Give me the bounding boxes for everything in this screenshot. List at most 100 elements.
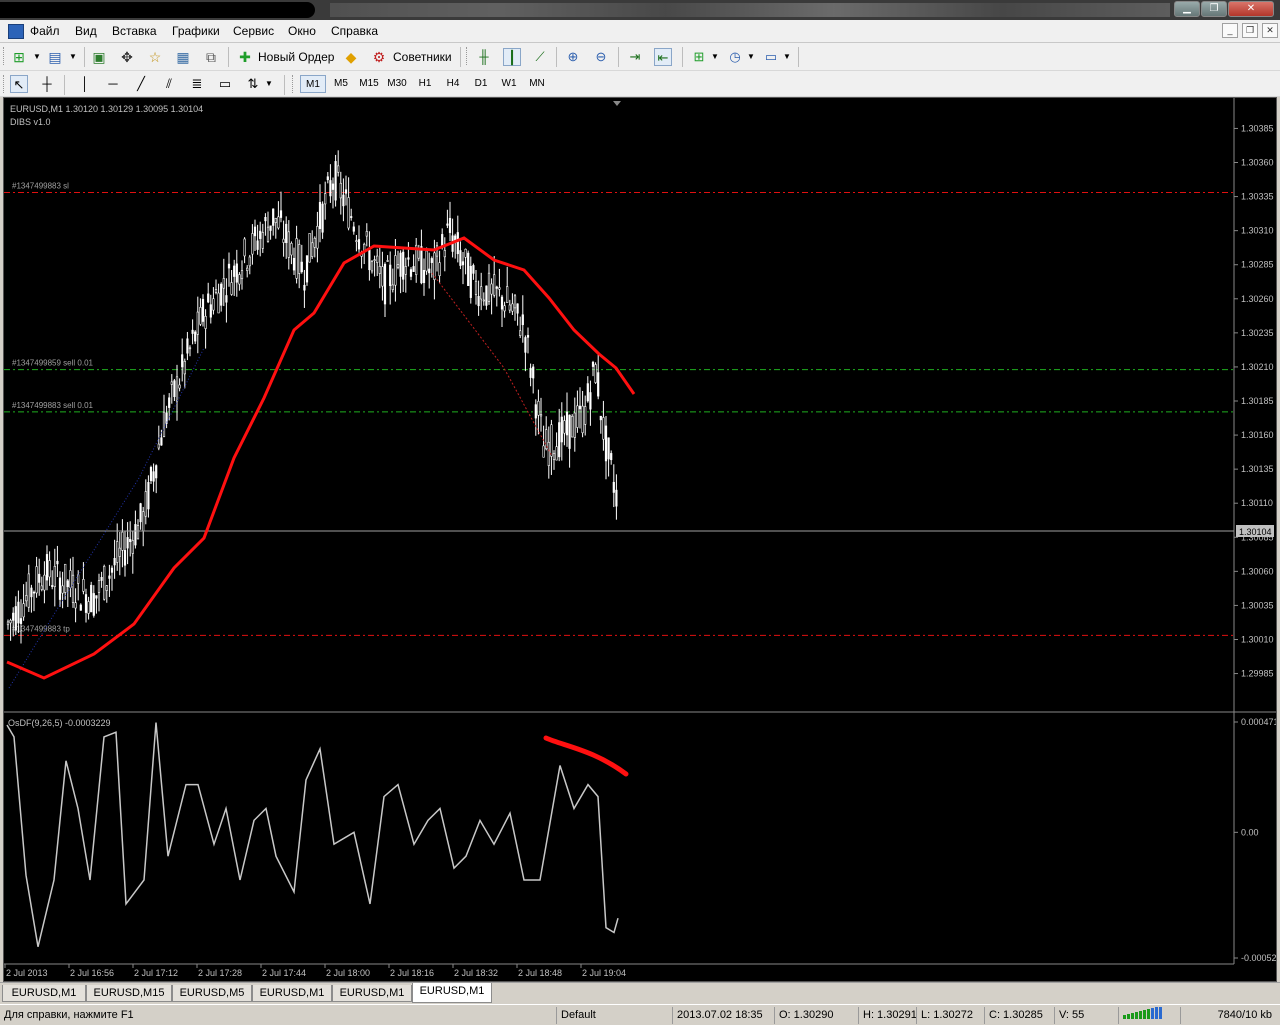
timeframe-h4[interactable]: H4 [440,75,466,93]
candle-body [487,272,491,302]
candle-body [61,585,64,594]
bar-volume: V: 55 [1054,1007,1118,1024]
timeframe-m5[interactable]: M5 [328,75,354,93]
menu-file[interactable]: Файл [30,24,60,38]
close-button[interactable]: ✕ [1228,1,1274,17]
market-watch-icon[interactable]: ▣ [90,48,108,66]
candle-body [110,567,114,573]
candle-body [40,585,43,590]
mdi-minimize-button[interactable]: _ [1222,23,1238,38]
candle-body [6,621,10,626]
candle-body [162,411,166,437]
candle-body [581,405,584,434]
dropdown-arrow-icon[interactable]: ▼ [778,48,796,66]
cursor-icon[interactable]: ↖ [10,75,28,93]
menu-tools[interactable]: Сервис [233,24,274,38]
tab-chart-5[interactable]: EURUSD,M1 [332,985,412,1002]
candle-body [420,246,423,284]
experts-icon[interactable]: ⚙ [370,48,388,66]
price-chart[interactable]: EURUSD,M1 1.30120 1.30129 1.30095 1.3010… [4,98,1276,981]
tab-chart-4[interactable]: EURUSD,M1 [252,985,332,1002]
candle-body [396,264,400,268]
tab-chart-2[interactable]: EURUSD,M15 [86,985,172,1002]
data-window-icon[interactable]: ✥ [118,48,136,66]
dropdown-arrow-icon[interactable]: ▼ [28,48,46,66]
timeframe-m15[interactable]: M15 [356,75,382,93]
toolbar-grip[interactable] [466,47,469,65]
tab-chart-3[interactable]: EURUSD,M5 [172,985,252,1002]
tab-chart-6[interactable]: EURUSD,M1 [412,983,492,1003]
timeframe-m30[interactable]: M30 [384,75,410,93]
candle-body [123,550,127,566]
price-tick-label: 1.29985 [1241,669,1274,679]
candle-body [121,531,124,551]
navigator-icon[interactable]: ☆ [146,48,164,66]
connection-status[interactable] [1118,1007,1180,1024]
timeframe-d1[interactable]: D1 [468,75,494,93]
toolbar-grip[interactable] [3,47,6,65]
metaeditor-icon[interactable]: ◆ [342,48,360,66]
candle-body [19,618,23,624]
candle-body [542,445,545,458]
toolbar-grip[interactable] [292,75,295,93]
toolbar-grip[interactable] [3,75,6,93]
candle-body [22,603,25,618]
candlestick-chart-icon[interactable]: ┃ [503,48,521,66]
candle-body [25,595,28,602]
timeframe-mn[interactable]: MN [524,75,550,93]
terminal-icon[interactable]: ▦ [174,48,192,66]
strategy-tester-icon[interactable]: ⧉ [202,48,220,66]
maximize-button[interactable]: ❐ [1201,1,1227,17]
menu-help[interactable]: Справка [331,24,378,38]
profile-name[interactable]: Default [556,1007,672,1024]
menu-insert[interactable]: Вставка [112,24,157,38]
fibonacci-icon[interactable]: ≣ [188,75,206,93]
bar-chart-icon[interactable]: ╫ [475,48,493,66]
horizontal-line-icon[interactable]: ─ [104,75,122,93]
mdi-restore-button[interactable]: ❐ [1242,23,1258,38]
vertical-line-icon[interactable]: │ [76,75,94,93]
candle-body [539,414,543,417]
chart-window-eurusd-m1[interactable]: EURUSD,M1 1.30120 1.30129 1.30095 1.3010… [3,97,1277,982]
timeframe-h1[interactable]: H1 [412,75,438,93]
crosshair-icon[interactable]: ┼ [38,75,56,93]
line-chart-icon[interactable]: ⟋ [531,48,549,66]
chart-shift-icon[interactable]: ⇤ [654,48,672,66]
candle-body [103,566,106,600]
timeframe-m1[interactable]: M1 [300,75,326,93]
timeframe-w1[interactable]: W1 [496,75,522,93]
profiles-icon[interactable]: ▤ [46,48,64,66]
menu-charts[interactable]: Графики [172,24,220,38]
text-label-icon[interactable]: ▭ [216,75,234,93]
candle-body [131,540,134,554]
price-tick-label: 1.30310 [1241,226,1274,236]
candle-body [71,574,75,603]
menu-window[interactable]: Окно [288,24,316,38]
zoom-in-icon[interactable]: ⊕ [564,48,582,66]
dropdown-arrow-icon[interactable]: ▼ [706,48,724,66]
dropdown-arrow-icon[interactable]: ▼ [64,48,82,66]
minimize-button[interactable]: ▁ [1174,1,1200,17]
menu-view[interactable]: Вид [75,24,97,38]
zoom-out-icon[interactable]: ⊖ [592,48,610,66]
trendline-icon[interactable]: ╱ [132,75,150,93]
dropdown-arrow-icon[interactable]: ▼ [260,75,278,93]
equidistant-channel-icon[interactable]: ⫽ [160,75,178,93]
new-chart-icon[interactable]: ⊞ [10,48,28,66]
dropdown-arrow-icon[interactable]: ▼ [742,48,760,66]
new-order-icon[interactable]: ✚ [236,48,254,66]
bar-low: L: 1.30272 [916,1007,984,1024]
new-order-button[interactable]: Новый Ордер [258,50,334,64]
price-tick-label: 1.30360 [1241,158,1274,168]
candle-body [576,405,579,428]
candle-body [287,231,290,258]
app-icon[interactable] [8,24,24,39]
candle-body [438,262,441,277]
autoscroll-icon[interactable]: ⇥ [626,48,644,66]
experts-button[interactable]: Советники [393,50,452,64]
candle-body [118,547,121,557]
mdi-close-button[interactable]: ✕ [1262,23,1278,38]
candle-body [503,305,506,312]
tab-chart-1[interactable]: EURUSD,M1 [2,985,86,1002]
candle-body [56,560,59,565]
